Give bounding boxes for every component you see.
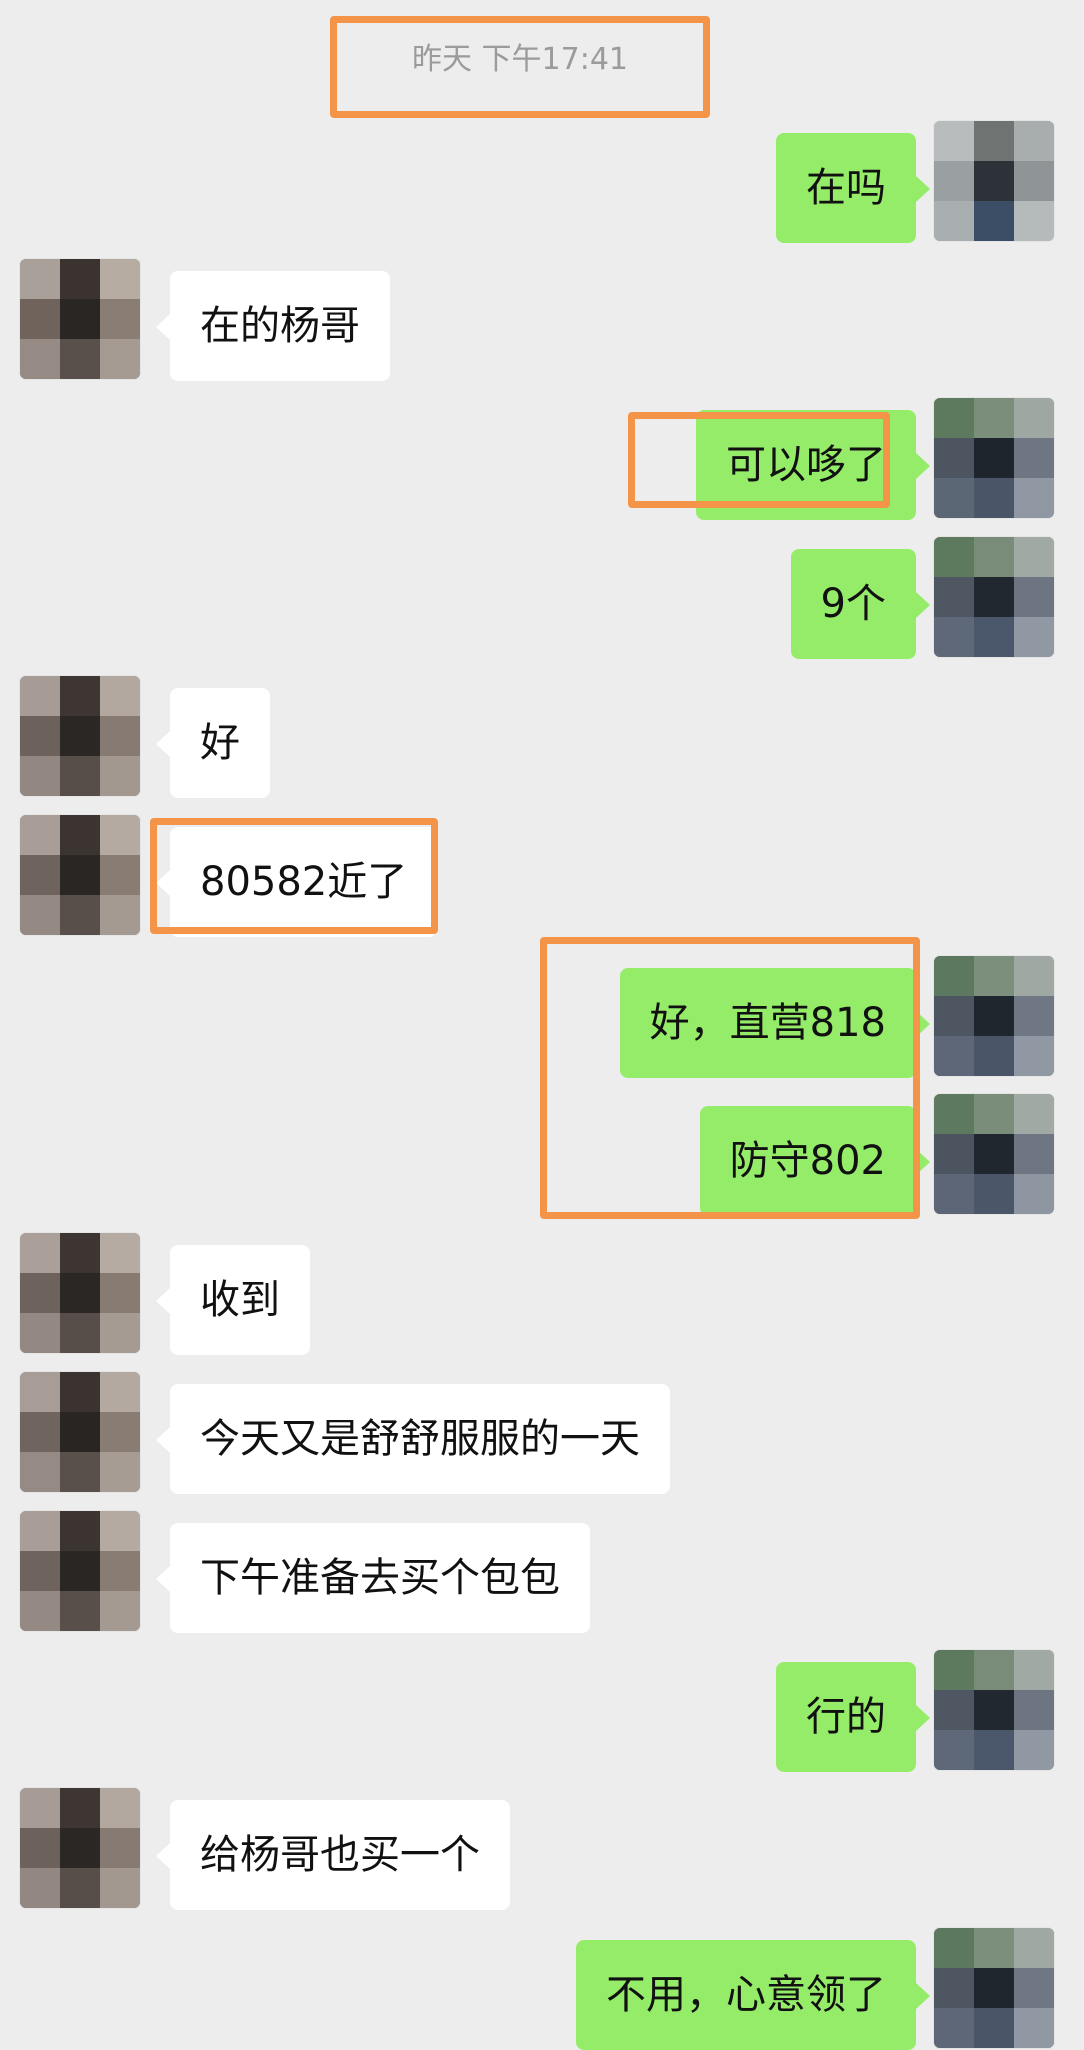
message-row: 在吗 xyxy=(0,121,1084,243)
message-row: 80582近了 xyxy=(0,815,1084,937)
pixelated-avatar-icon xyxy=(20,676,140,796)
message-bubble[interactable]: 给杨哥也买一个 xyxy=(156,1800,510,1910)
avatar[interactable] xyxy=(934,1928,1054,2048)
message-text: 9个 xyxy=(820,581,886,627)
message-bubble[interactable]: 下午准备去买个包包 xyxy=(156,1523,590,1633)
avatar[interactable] xyxy=(934,537,1054,657)
message-row: 下午准备去买个包包 xyxy=(0,1511,1084,1633)
message-bubble[interactable]: 可以哆了 xyxy=(696,410,930,520)
avatar[interactable] xyxy=(20,1788,140,1908)
avatar[interactable] xyxy=(934,121,1054,241)
message-bubble[interactable]: 9个 xyxy=(790,549,931,659)
message-row: 不用，心意领了 xyxy=(0,1928,1084,2050)
pixelated-avatar-icon xyxy=(934,398,1054,518)
message-text: 80582近了 xyxy=(200,859,408,905)
message-text: 可以哆了 xyxy=(726,442,886,488)
chat-screen: 昨天 下午17:41 在吗 在的杨哥 可以哆了 9个 好 80582近了 好，直… xyxy=(0,0,1084,2050)
avatar[interactable] xyxy=(20,1233,140,1353)
message-text: 好 xyxy=(200,720,240,766)
message-row: 可以哆了 xyxy=(0,398,1084,520)
avatar[interactable] xyxy=(934,1094,1054,1214)
message-text: 今天又是舒舒服服的一天 xyxy=(200,1416,640,1462)
pixelated-avatar-icon xyxy=(20,259,140,379)
pixelated-avatar-icon xyxy=(20,1372,140,1492)
message-text: 行的 xyxy=(806,1694,886,1740)
message-text: 收到 xyxy=(200,1277,280,1323)
message-bubble[interactable]: 好 xyxy=(156,688,270,798)
message-row: 防守802 xyxy=(0,1094,1084,1216)
avatar[interactable] xyxy=(20,1511,140,1631)
pixelated-avatar-icon xyxy=(20,1511,140,1631)
message-bubble[interactable]: 在吗 xyxy=(776,133,930,243)
pixelated-avatar-icon xyxy=(934,1650,1054,1770)
avatar[interactable] xyxy=(934,398,1054,518)
pixelated-avatar-icon xyxy=(20,1233,140,1353)
message-text: 在的杨哥 xyxy=(200,303,360,349)
message-row: 收到 xyxy=(0,1233,1084,1355)
message-bubble[interactable]: 在的杨哥 xyxy=(156,271,390,381)
pixelated-avatar-icon xyxy=(934,956,1054,1076)
avatar[interactable] xyxy=(20,259,140,379)
pixelated-avatar-icon xyxy=(934,121,1054,241)
pixelated-avatar-icon xyxy=(934,537,1054,657)
avatar[interactable] xyxy=(20,1372,140,1492)
message-text: 好，直营818 xyxy=(649,1000,886,1046)
message-text: 防守802 xyxy=(729,1138,886,1184)
timestamp-label: 昨天 下午17:41 xyxy=(412,42,628,77)
message-bubble[interactable]: 不用，心意领了 xyxy=(576,1940,930,2050)
message-bubble[interactable]: 好，直营818 xyxy=(619,968,931,1078)
message-row: 今天又是舒舒服服的一天 xyxy=(0,1372,1084,1494)
avatar[interactable] xyxy=(20,815,140,935)
message-row: 9个 xyxy=(0,537,1084,659)
avatar[interactable] xyxy=(934,956,1054,1076)
pixelated-avatar-icon xyxy=(934,1928,1054,2048)
avatar[interactable] xyxy=(20,676,140,796)
pixelated-avatar-icon xyxy=(20,1788,140,1908)
message-text: 给杨哥也买一个 xyxy=(200,1832,480,1878)
message-bubble[interactable]: 防守802 xyxy=(699,1106,931,1216)
message-text: 下午准备去买个包包 xyxy=(200,1555,560,1601)
pixelated-avatar-icon xyxy=(934,1094,1054,1214)
message-bubble[interactable]: 今天又是舒舒服服的一天 xyxy=(156,1384,670,1494)
pixelated-avatar-icon xyxy=(20,815,140,935)
message-bubble[interactable]: 行的 xyxy=(776,1662,930,1772)
message-text: 不用，心意领了 xyxy=(606,1972,886,2018)
message-row: 给杨哥也买一个 xyxy=(0,1788,1084,1910)
avatar[interactable] xyxy=(934,1650,1054,1770)
message-row: 在的杨哥 xyxy=(0,259,1084,381)
message-row: 好 xyxy=(0,676,1084,798)
message-row: 行的 xyxy=(0,1650,1084,1772)
message-bubble[interactable]: 80582近了 xyxy=(155,827,438,937)
message-bubble[interactable]: 收到 xyxy=(156,1245,310,1355)
message-row: 好，直营818 xyxy=(0,956,1084,1078)
message-text: 在吗 xyxy=(806,165,886,211)
